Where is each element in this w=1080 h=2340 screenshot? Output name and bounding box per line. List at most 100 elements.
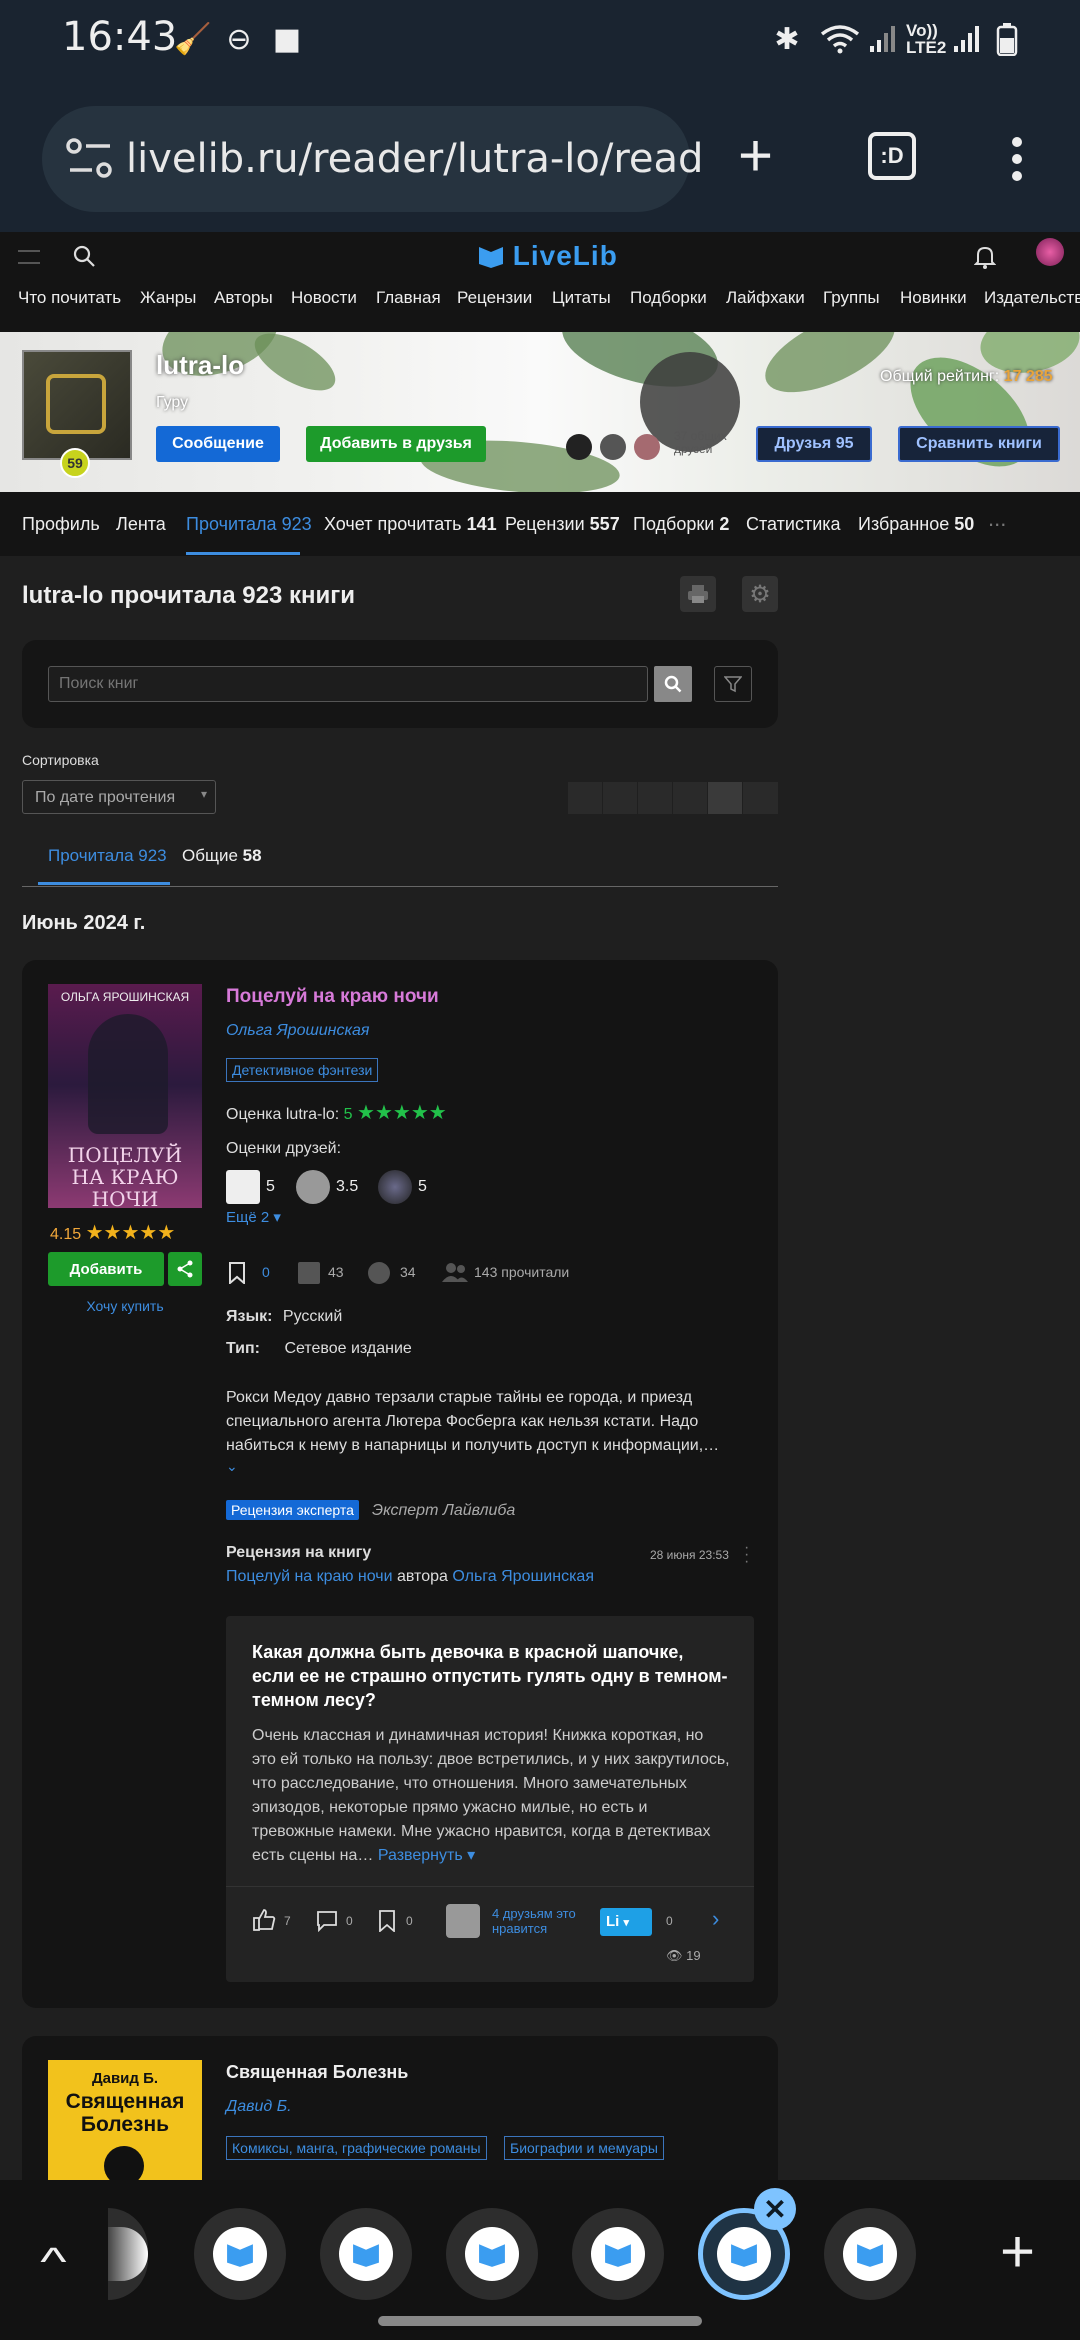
address-bar[interactable]: livelib.ru/reader/lutra-lo/read	[42, 106, 703, 212]
chevron-right-icon[interactable]: ›	[712, 1906, 719, 1932]
hamburger-icon[interactable]	[18, 250, 40, 264]
book-cover[interactable]: ОЛЬГА ЯРОШИНСКАЯ ПОЦЕЛУЙ НА КРАЮ НОЧИ	[48, 984, 202, 1208]
bell-icon[interactable]	[973, 244, 997, 275]
eye-icon: 👁	[666, 1948, 683, 1963]
tab-read[interactable]: Прочитала 923	[186, 514, 312, 535]
nav-item[interactable]: Что почитать	[18, 288, 121, 308]
livelib-like-button[interactable]: Li ▾	[600, 1908, 652, 1936]
settings-gear-icon[interactable]: ⚙	[742, 576, 778, 612]
friend-avatar[interactable]	[296, 1170, 330, 1204]
want-to-buy-link[interactable]: Хочу купить	[48, 1298, 202, 1314]
browser-tab[interactable]	[572, 2208, 664, 2300]
month-heading: Июнь 2024 г.	[22, 912, 146, 934]
common-friends-text[interactable]: 37 общих друзей	[674, 430, 738, 456]
subtab-common[interactable]: Общие 58	[182, 846, 262, 866]
view-compact-icon[interactable]	[743, 782, 778, 814]
review-author-link[interactable]: Ольга Ярошинская	[452, 1568, 594, 1585]
nav-item[interactable]: Группы	[823, 288, 880, 308]
rating-value: 17 285	[1003, 368, 1053, 385]
nav-item[interactable]: Главная	[376, 288, 441, 308]
expand-description-icon[interactable]: ⌄	[226, 1458, 238, 1475]
friend-rating: 5	[418, 1178, 427, 1195]
view-table-icon[interactable]	[673, 782, 708, 814]
message-button[interactable]: Сообщение	[156, 426, 280, 462]
tab-switcher-button[interactable]: :D	[868, 132, 916, 180]
expert-name[interactable]: Эксперт Лайвлиба	[372, 1502, 515, 1520]
language-value: Русский	[282, 1308, 343, 1325]
more-tabs-button[interactable]: ...	[988, 506, 1006, 532]
view-list-icon[interactable]	[708, 782, 743, 814]
comment-icon[interactable]	[316, 1910, 338, 1937]
tab-collections[interactable]: Подборки 2	[633, 514, 729, 535]
view-grid-large-icon[interactable]	[568, 782, 603, 814]
nav-item[interactable]: Новинки	[900, 288, 967, 308]
genre-tag[interactable]: Детективное фэнтези	[226, 1058, 379, 1082]
review-book-link[interactable]: Поцелуй на краю ночи	[226, 1568, 393, 1585]
close-tab-icon[interactable]: ✕	[754, 2188, 796, 2230]
book-search-input[interactable]	[48, 666, 648, 702]
browser-tab[interactable]	[446, 2208, 538, 2300]
add-friend-button[interactable]: Добавить в друзья	[306, 426, 486, 462]
friend-avatar[interactable]	[446, 1904, 480, 1938]
tab-profile[interactable]: Профиль	[22, 514, 100, 535]
search-icon[interactable]	[72, 244, 96, 273]
bookmark-icon[interactable]	[378, 1910, 396, 1937]
genre-tag[interactable]: Биографии и мемуары	[504, 2136, 664, 2160]
gesture-bar[interactable]	[378, 2316, 702, 2326]
profile-avatar[interactable]	[22, 350, 132, 460]
print-icon[interactable]	[680, 576, 716, 612]
new-tab-icon[interactable]: +	[738, 126, 773, 186]
nav-item[interactable]: Новости	[291, 288, 357, 308]
nav-item[interactable]: Цитаты	[552, 288, 611, 308]
review-menu-icon[interactable]: · · ·	[744, 1540, 749, 1570]
chevron-up-icon[interactable]: ^	[40, 2240, 66, 2285]
browser-tab[interactable]	[194, 2208, 286, 2300]
book-author-link[interactable]: Давид Б.	[226, 2098, 292, 2116]
book-title-link[interactable]: Священная Болезнь	[226, 2062, 408, 2083]
friends-like-text[interactable]: 4 друзьям это нравится	[492, 1906, 592, 1936]
tab-statistics[interactable]: Статистика	[746, 514, 841, 535]
friend-avatar[interactable]	[378, 1170, 412, 1204]
nav-item[interactable]: Издательств	[984, 288, 1080, 308]
bookmark-icon[interactable]	[228, 1262, 246, 1289]
site-settings-icon[interactable]	[66, 136, 114, 187]
nav-item[interactable]: Рецензии	[457, 288, 532, 308]
menu-icon[interactable]	[1010, 136, 1024, 187]
nav-item[interactable]: Жанры	[140, 288, 196, 308]
friend-avatar[interactable]	[566, 434, 592, 460]
nav-item[interactable]: Лайфхаки	[726, 288, 805, 308]
filter-icon[interactable]	[714, 666, 752, 702]
friend-avatar[interactable]	[226, 1170, 260, 1204]
share-icon[interactable]	[168, 1252, 202, 1286]
nav-item[interactable]: Подборки	[630, 288, 707, 308]
add-book-button[interactable]: Добавить	[48, 1252, 164, 1286]
genre-tag[interactable]: Комиксы, манга, графические романы	[226, 2136, 487, 2160]
friends-button[interactable]: Друзья 95	[756, 426, 872, 462]
tab-feed[interactable]: Лента	[116, 514, 166, 535]
view-grid-icon[interactable]	[603, 782, 638, 814]
more-ratings-link[interactable]: Ещё 2 ▾	[226, 1208, 281, 1226]
friend-avatar[interactable]	[600, 434, 626, 460]
tab-reviews[interactable]: Рецензии 557	[505, 514, 620, 535]
browser-tab[interactable]	[824, 2208, 916, 2300]
expand-review-link[interactable]: Развернуть ▾	[378, 1847, 475, 1864]
search-button[interactable]	[654, 666, 692, 702]
nav-item[interactable]: Авторы	[214, 288, 273, 308]
book-author-link[interactable]: Ольга Ярошинская	[226, 1022, 369, 1040]
tab-want-to-read[interactable]: Хочет прочитать 141	[324, 514, 497, 535]
like-icon[interactable]	[252, 1908, 276, 1937]
sort-select[interactable]: По дате прочтения ▾	[22, 780, 216, 814]
review-title[interactable]: Какая должна быть девочка в красной шапо…	[252, 1640, 730, 1712]
view-grid-small-icon[interactable]	[638, 782, 673, 814]
tab-favorites[interactable]: Избранное 50	[858, 514, 974, 535]
browser-tab[interactable]	[320, 2208, 412, 2300]
site-logo[interactable]: LiveLib	[478, 240, 618, 272]
subtab-read[interactable]: Прочитала 923	[48, 846, 167, 866]
user-avatar[interactable]	[1036, 238, 1064, 266]
book-title-link[interactable]: Поцелуй на краю ночи	[226, 986, 439, 1008]
type-label: Тип:	[226, 1340, 260, 1357]
book-cover[interactable]: Давид Б. Священная Болезнь	[48, 2060, 202, 2180]
compare-books-button[interactable]: Сравнить книги	[898, 426, 1060, 462]
friend-avatar[interactable]	[634, 434, 660, 460]
add-tab-icon[interactable]: +	[1000, 2222, 1035, 2282]
